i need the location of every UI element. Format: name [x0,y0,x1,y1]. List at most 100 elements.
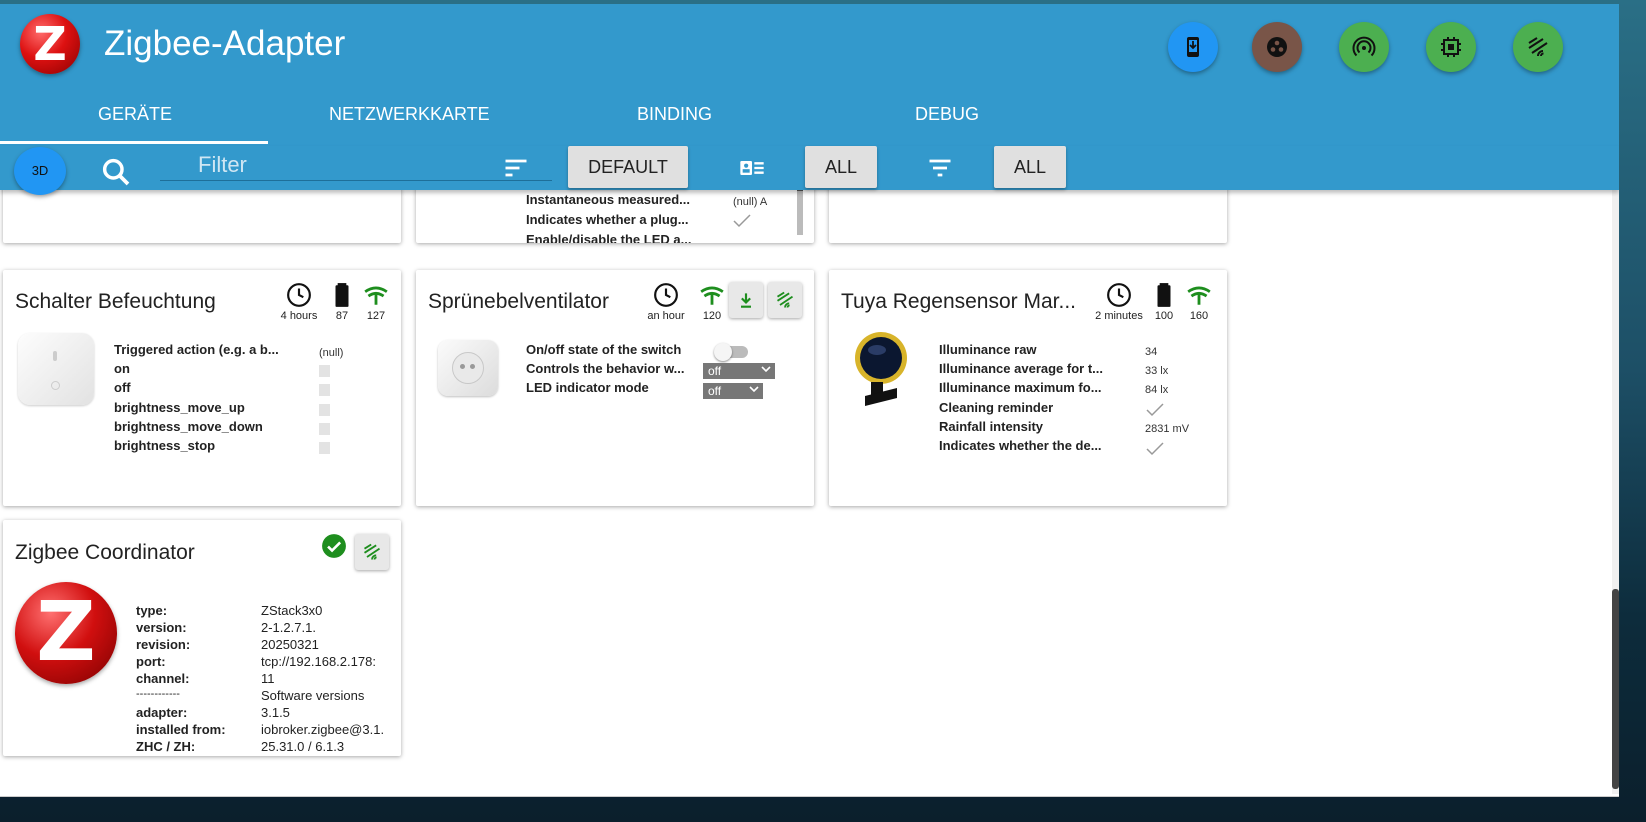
tab-debug[interactable]: DEBUG [915,104,979,125]
device-card[interactable]: Schalter Befeuchtung 4 hours 87 127 Trig… [3,270,401,506]
last-seen: 2 minutes [1089,282,1149,322]
state-checkbox[interactable] [319,423,330,435]
state-label: Rainfall intensity [939,419,1044,434]
check-icon [733,214,751,228]
state-label: Cleaning reminder [939,400,1054,415]
search-icon [102,158,130,186]
state-value: 84 lx [1145,384,1169,396]
power-on-behavior-select[interactable]: off [703,363,775,379]
info-key: ZHC / ZH: [136,739,196,754]
device-image-rain-sensor [855,332,907,406]
signal-icon [1187,286,1211,305]
state-checkbox[interactable] [319,404,330,416]
switch-toggle[interactable] [714,343,748,361]
check-icon [1146,403,1164,417]
state-value: 33 lx [1145,365,1169,377]
chip-icon [1441,37,1461,57]
page-scrollbar-thumb[interactable] [1612,589,1619,789]
device-card[interactable]: Sprünebelventilator an hour 120 On/off s… [416,270,814,506]
state-label: Illuminance maximum fo... [939,380,1102,395]
device-card[interactable]: Tuya Regensensor Mar... 2 minutes 100 16… [829,270,1227,506]
state-label: brightness_move_up [114,400,245,415]
state-checkbox[interactable] [319,384,330,396]
device-image-switch [18,333,94,405]
state-label: On/off state of the switch [526,342,682,357]
last-seen: an hour [641,282,691,322]
state-label: Controls the behavior w... [526,361,685,376]
state-label: LED indicator mode [526,380,649,395]
tab-geraete[interactable]: GERÄTE [98,104,172,125]
zigbee-waves-button[interactable] [1513,22,1563,72]
state-label: brightness_move_down [114,419,263,434]
state-checkbox[interactable] [319,365,330,377]
window-bottom-border [0,796,1619,797]
view-all-button[interactable]: ALL [805,146,877,188]
dots-circle-button[interactable] [1252,22,1302,72]
sort-default-button[interactable]: DEFAULT [568,146,688,188]
led-mode-select[interactable]: off [703,383,763,399]
last-seen-value: 2 minutes [1095,310,1143,322]
clock-icon [287,283,311,307]
ota-download-button[interactable] [729,282,763,318]
signal-icon [700,286,724,305]
card-scrollbar[interactable] [797,185,803,235]
card-view-icon[interactable] [738,154,766,182]
filter-all-button[interactable]: ALL [994,146,1066,188]
info-key: channel: [136,671,190,686]
state-checkbox[interactable] [319,442,330,454]
battery-icon [1157,283,1171,307]
info-key: installed from: [136,722,226,737]
clock-icon [654,283,678,307]
coordinator-card[interactable]: Zigbee Coordinator Z type: ZStack3x0 ver… [3,520,401,756]
zigbee-waves-icon [364,543,381,560]
device-image-plug [438,340,498,396]
zigbee-waves-icon [1528,37,1548,57]
battery-value: 87 [335,310,349,322]
zigbee-waves-icon [777,291,794,308]
sort-icon[interactable] [502,154,530,182]
link-quality: 127 [359,282,393,322]
dots-circle-icon [1267,37,1287,57]
info-value: 25.31.0 / 6.1.3 [261,739,345,754]
state-label: Illuminance average for t... [939,361,1103,376]
info-value: 20250321 [261,637,319,652]
logo-letter: Z [36,585,96,680]
zigbee-waves-button[interactable] [768,282,802,318]
info-value: 3.1.5 [261,705,290,720]
battery-value: 100 [1154,310,1174,322]
last-seen-value: 4 hours [280,310,318,322]
phone-download-button[interactable] [1168,22,1218,72]
tab-binding[interactable]: BINDING [637,104,712,125]
info-key: revision: [136,637,191,652]
battery-icon [335,283,349,307]
filter-input[interactable] [160,150,552,181]
state-label: Instantaneous measured... [526,192,690,207]
filter-icon[interactable] [926,154,954,182]
zigbee-waves-button[interactable] [355,534,389,570]
info-key: type: [136,603,168,618]
info-value: 11 [261,671,275,686]
3d-button[interactable]: 3D [14,147,66,195]
device-title: Zigbee Coordinator [15,541,195,564]
signal-button[interactable] [1339,22,1389,72]
state-label: Illuminance raw [939,342,1037,357]
link-quality-value: 160 [1189,310,1209,322]
device-title: Schalter Befeuchtung [15,290,216,313]
info-value: iobroker.zigbee@3.1. [261,722,385,737]
state-label: on [114,361,130,376]
last-seen-value: an hour [647,310,685,322]
info-key: version: [136,620,187,635]
zigbee-logo: Z [15,582,117,684]
signal-icon [364,286,388,305]
state-label: Triggered action (e.g. a b... [114,342,279,357]
state-value: 2831 mV [1145,423,1190,435]
last-seen: 4 hours [274,282,324,322]
state-label: off [114,380,131,395]
filter-toolbar: 3D DEFAULT ALL ALL [0,146,1619,195]
battery: 100 [1149,282,1179,322]
select-value: off [708,364,722,378]
info-value: tcp://192.168.2.178: [261,654,376,669]
chip-button[interactable] [1426,22,1476,72]
state-value: (null) A [733,196,768,208]
tab-netzwerkkarte[interactable]: NETZWERKKARTE [329,104,490,125]
